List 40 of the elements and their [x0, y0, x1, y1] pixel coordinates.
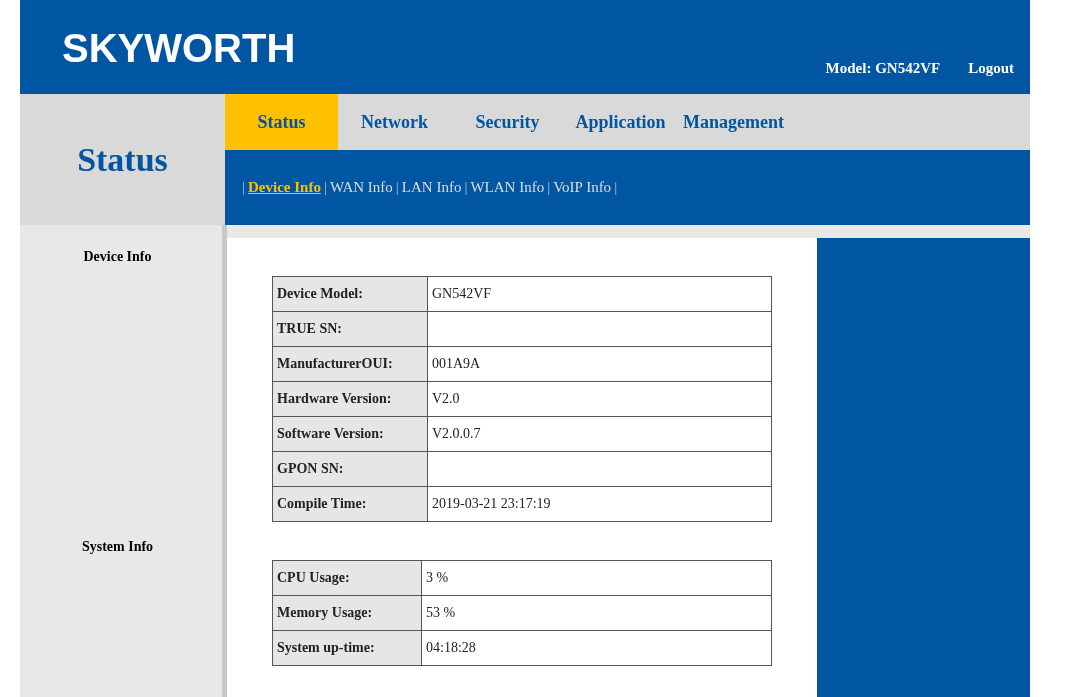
table-cell: CPU Usage: — [272, 560, 422, 596]
table-cell: 53 % — [421, 595, 772, 631]
table-cell: 2019-03-21 23:17:19 — [427, 486, 772, 522]
sidebar-item[interactable]: System Info — [20, 539, 215, 555]
separator: | — [464, 179, 468, 196]
separator: | — [323, 179, 327, 196]
subnav-link[interactable]: LAN Info — [401, 179, 462, 196]
sidebar-item[interactable]: Device Info — [20, 249, 215, 265]
separator: | — [614, 179, 618, 196]
table-cell: V2.0.0.7 — [427, 416, 772, 452]
subnav-link[interactable]: WLAN Info — [470, 179, 545, 196]
page-title: Status — [77, 140, 168, 179]
logout-link[interactable]: Logout — [968, 60, 1014, 77]
table-cell: System up-time: — [272, 630, 422, 666]
separator: | — [547, 179, 551, 196]
subnav-link[interactable]: Device Info — [248, 179, 321, 196]
logo: SKYWORTH — [62, 26, 296, 71]
table-cell: Compile Time: — [272, 486, 428, 522]
table-cell: 04:18:28 — [421, 630, 772, 666]
nav-tab[interactable]: Security — [451, 94, 564, 150]
table-cell: 001A9A — [427, 346, 772, 382]
table-cell: 3 % — [421, 560, 772, 596]
table-cell: Software Version: — [272, 416, 428, 452]
table-cell: V2.0 — [427, 381, 772, 417]
table-cell: Hardware Version: — [272, 381, 428, 417]
nav-tab[interactable]: Status — [225, 94, 338, 150]
table-cell: Device Model: — [272, 276, 428, 312]
subnav-link[interactable]: VoIP Info — [553, 179, 612, 196]
separator: | — [242, 179, 245, 196]
separator: | — [395, 179, 399, 196]
table-cell: Memory Usage: — [272, 595, 422, 631]
model-label: Model: GN542VF — [825, 60, 941, 77]
table-cell: GPON SN: — [272, 451, 428, 487]
nav-tab[interactable]: Management — [677, 94, 790, 150]
table-cell: TRUE SN: — [272, 311, 428, 347]
nav-tab[interactable]: Network — [338, 94, 451, 150]
table-cell: ManufacturerOUI: — [272, 346, 428, 382]
table-cell: GN542VF — [427, 276, 772, 312]
subnav-link[interactable]: WAN Info — [329, 179, 393, 196]
nav-tab[interactable]: Application — [564, 94, 677, 150]
